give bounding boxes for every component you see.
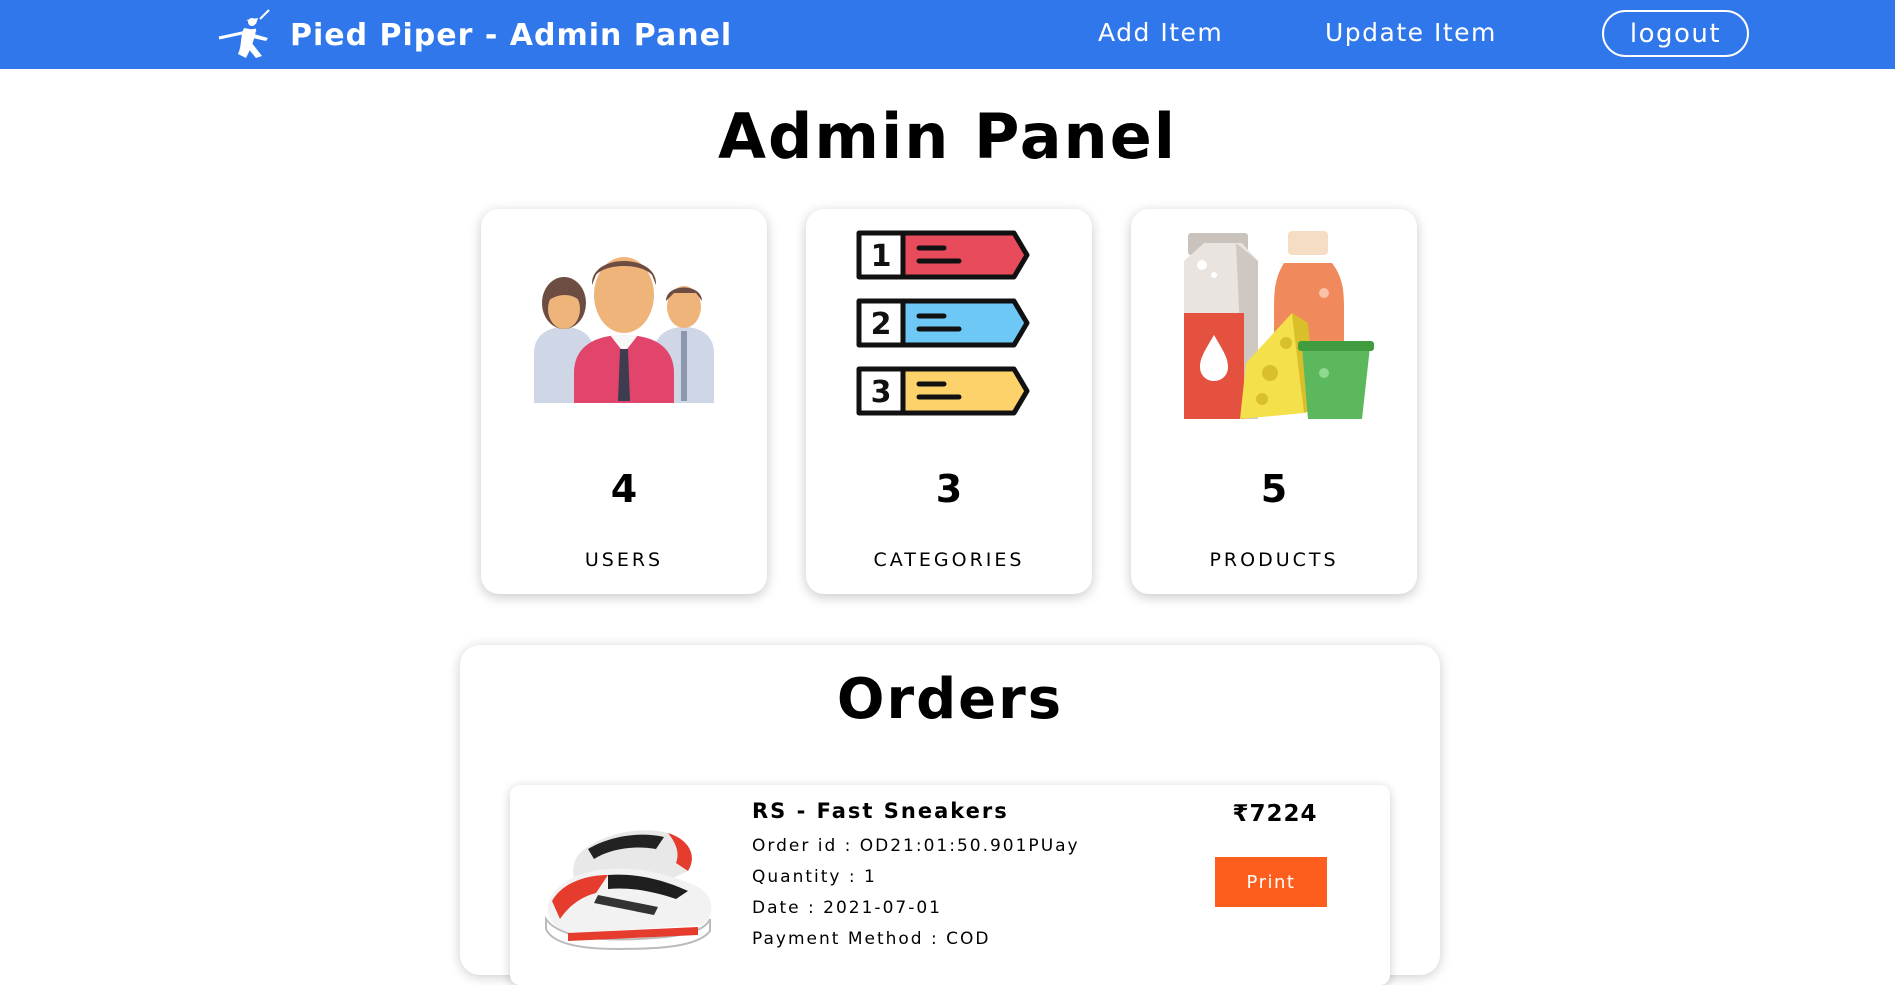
order-product-name: RS - Fast Sneakers bbox=[752, 799, 1009, 823]
categories-label: CATEGORIES bbox=[873, 549, 1025, 571]
page-title: Admin Panel bbox=[718, 100, 1177, 173]
grocery-products-icon bbox=[1184, 231, 1374, 419]
nav-add-item-link[interactable]: Add Item bbox=[1098, 18, 1223, 47]
users-stat-card[interactable]: 4 USERS bbox=[481, 209, 767, 594]
brand-title: Pied Piper - Admin Panel bbox=[290, 17, 733, 53]
print-button[interactable]: Print bbox=[1215, 857, 1327, 907]
categories-stat-card[interactable]: 1 2 3 3 CATEGORIES bbox=[806, 209, 1092, 594]
order-payment-method: Payment Method : COD bbox=[752, 929, 991, 949]
order-date: Date : 2021-07-01 bbox=[752, 898, 942, 918]
svg-text:2: 2 bbox=[871, 307, 892, 342]
products-label: PRODUCTS bbox=[1209, 549, 1339, 571]
order-id: Order id : OD21:01:50.901PUay bbox=[752, 836, 1080, 856]
sneaker-shoe-image bbox=[545, 830, 712, 951]
users-count: 4 bbox=[610, 467, 638, 511]
svg-text:3: 3 bbox=[871, 375, 892, 410]
order-card: RS - Fast Sneakers Order id : OD21:01:50… bbox=[510, 785, 1390, 985]
nav-update-item-link[interactable]: Update Item bbox=[1325, 18, 1497, 47]
orders-panel: Orders RS - Fast Sneakers Order id : OD2… bbox=[460, 645, 1440, 985]
users-group-icon bbox=[534, 257, 714, 403]
orders-title: Orders bbox=[836, 667, 1064, 732]
svg-text:1: 1 bbox=[871, 239, 892, 274]
products-count: 5 bbox=[1260, 467, 1288, 511]
numbered-list-icon: 1 2 3 bbox=[856, 230, 1030, 416]
pied-piper-logo-icon bbox=[218, 9, 270, 58]
products-stat-card[interactable]: 5 PRODUCTS bbox=[1131, 209, 1417, 594]
logout-button[interactable]: logout bbox=[1602, 10, 1749, 57]
order-price: ₹7224 bbox=[1232, 801, 1318, 827]
brand[interactable]: Pied Piper - Admin Panel bbox=[216, 8, 732, 62]
users-label: USERS bbox=[584, 549, 664, 571]
order-quantity: Quantity : 1 bbox=[752, 867, 877, 887]
top-navbar: Pied Piper - Admin Panel Add Item Update… bbox=[0, 0, 1895, 69]
categories-count: 3 bbox=[935, 467, 963, 511]
